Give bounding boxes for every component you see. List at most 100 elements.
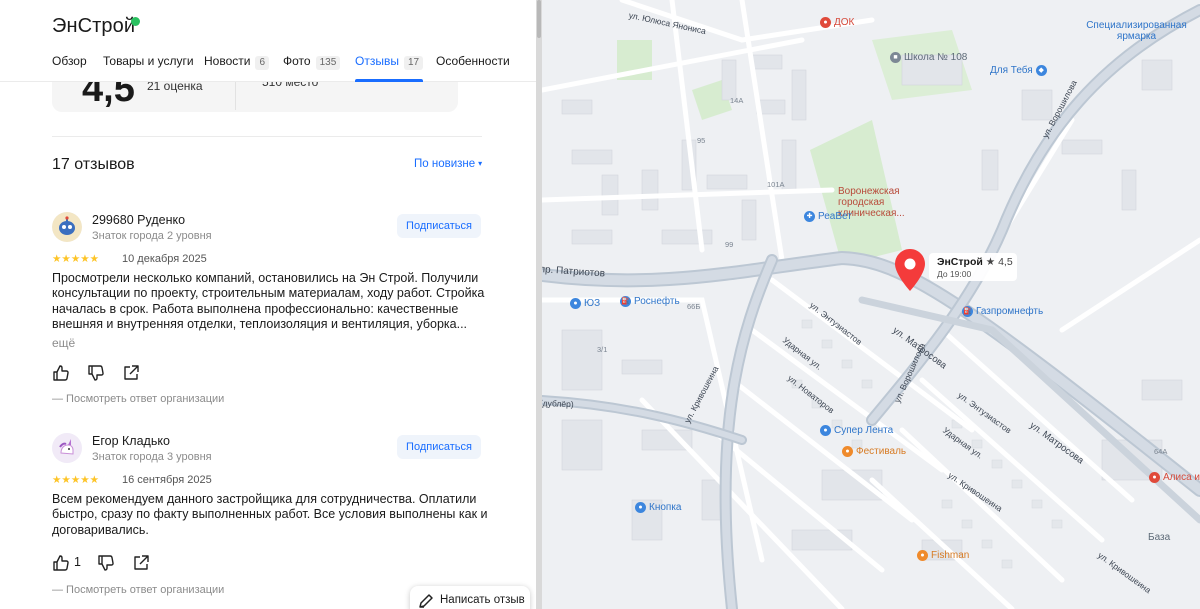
map-pin-card[interactable]: ЭнСтрой ★ 4,5 До 19:00: [929, 253, 1017, 281]
food-icon: ●: [917, 550, 928, 561]
map-pin[interactable]: [893, 248, 927, 297]
poi-icon: ●: [820, 17, 831, 28]
scrollbar-thumb[interactable]: [537, 0, 541, 38]
building-number: 3/1: [597, 345, 608, 354]
tab-overview[interactable]: Обзор: [52, 54, 87, 82]
poi-label: ЮЗ: [584, 298, 601, 309]
tab-reviews[interactable]: Отзывы 17: [355, 54, 424, 82]
review-author-level: Знаток города 3 уровня: [92, 451, 212, 463]
write-review-button[interactable]: Написать отзыв: [410, 586, 530, 609]
tab-label: Особенности: [436, 54, 510, 68]
star-rating: ★★★★★: [52, 253, 100, 265]
sort-label: По новизне: [414, 158, 476, 170]
fuel-icon: ⛽: [962, 306, 973, 317]
street-label: (дублёр): [542, 398, 574, 410]
poi-icon: ●: [570, 298, 581, 309]
show-more-link[interactable]: ещё: [52, 336, 75, 350]
poi-label: Кнопка: [649, 502, 682, 513]
poi-label: Fishman: [931, 550, 970, 561]
thumbs-up-icon: [53, 555, 69, 571]
organization-answer-link[interactable]: — Посмотреть ответ организации: [52, 393, 224, 405]
poi-icon: ●: [1149, 472, 1160, 483]
building-number: 14А: [730, 96, 744, 105]
divider: [52, 136, 482, 137]
cart-icon: ●: [820, 425, 831, 436]
panel-header: ЭнСтрой Обзор Товары и услуги Новости 6 Ф…: [0, 0, 536, 82]
tab-products[interactable]: Товары и услуги: [103, 54, 194, 82]
poi-label: Алиса и...: [1163, 472, 1200, 483]
location-pin-icon: [895, 249, 925, 291]
fuel-icon: ⛽: [620, 296, 631, 307]
poi-base[interactable]: База: [1148, 532, 1170, 543]
share-icon: [134, 555, 149, 570]
sort-select[interactable]: По новизне ▾: [414, 158, 482, 170]
vet-icon: ✚: [804, 211, 815, 222]
poi-fishman[interactable]: ● Fishman: [917, 550, 969, 561]
poi-super-lenta[interactable]: ● Супер Лента: [820, 425, 893, 436]
review-author[interactable]: 299680 Руденко: [92, 213, 185, 227]
shop-icon: ◆: [1035, 65, 1047, 76]
like-button[interactable]: [52, 364, 72, 384]
poi-reavet[interactable]: ✚ РеаВет: [804, 211, 852, 222]
verified-icon: [131, 17, 140, 26]
poi-label: Газпромнефть: [976, 306, 1044, 317]
tab-label: Отзывы: [355, 54, 399, 68]
poi-knopka[interactable]: ● Кнопка: [635, 502, 681, 513]
poi-label: Роснефть: [634, 296, 680, 307]
thumbs-down-icon: [98, 555, 114, 571]
avatar[interactable]: [52, 433, 82, 463]
poi-label: Школа № 108: [904, 52, 968, 63]
avatar[interactable]: [52, 212, 82, 242]
like-count: 1: [74, 555, 81, 569]
poi-gazpromneft[interactable]: ⛽ Газпромнефть: [962, 306, 1043, 317]
tab-count: 17: [403, 56, 424, 70]
review-text: Всем рекомендуем данного застройщика для…: [52, 492, 488, 537]
review-date: 10 декабря 2025: [122, 253, 207, 265]
star-rating: ★★★★★: [52, 474, 100, 486]
review-date: 16 сентября 2025: [122, 474, 212, 486]
pin-hours: До 19:00: [937, 269, 972, 279]
subscribe-button[interactable]: Подписаться: [397, 435, 481, 459]
poi-dlya-tebya[interactable]: Для Тебя ◆: [990, 65, 1050, 76]
building-number: 101А: [767, 180, 785, 189]
building-number: 95: [697, 136, 706, 145]
dislike-button[interactable]: [87, 364, 107, 384]
dislike-button[interactable]: [97, 554, 117, 574]
poi-yuz[interactable]: ● ЮЗ: [570, 298, 600, 309]
poi-rosneft[interactable]: ⛽ Роснефть: [620, 296, 680, 307]
share-button[interactable]: [122, 364, 142, 384]
review-author[interactable]: Егор Кладько: [92, 434, 170, 448]
tab-label: Фото: [283, 54, 311, 68]
tab-photos[interactable]: Фото 135: [283, 54, 341, 82]
write-review-label: Написать отзыв: [440, 594, 525, 606]
building-number: 99: [725, 240, 734, 249]
review-text: Просмотрели несколько компаний, останови…: [52, 271, 485, 331]
chevron-down-icon: ▾: [478, 159, 483, 168]
poi-festival[interactable]: ● Фестиваль: [842, 446, 906, 457]
building-number: 66Б: [687, 302, 701, 311]
tab-label: Новости: [204, 54, 251, 68]
tab-count: 135: [315, 56, 341, 70]
organization-answer-link[interactable]: — Посмотреть ответ организации: [52, 584, 224, 596]
poi-dok[interactable]: ● ДОК: [820, 17, 854, 28]
poi-label: Фестиваль: [856, 446, 907, 457]
page-title[interactable]: ЭнСтрой: [52, 15, 135, 38]
review-author-level: Знаток города 2 уровня: [92, 230, 212, 242]
share-button[interactable]: [132, 554, 152, 574]
reviews-heading: 17 отзывов: [52, 156, 135, 173]
thumbs-down-icon: [88, 365, 104, 381]
share-icon: [124, 365, 139, 380]
poi-alisa[interactable]: ●Алиса и...: [1149, 472, 1200, 483]
subscribe-button[interactable]: Подписаться: [397, 214, 481, 238]
review-card: Егор Кладько Знаток города 3 уровня Подп…: [52, 433, 488, 609]
pencil-icon: [419, 594, 433, 608]
map[interactable]: ул. Юлюса Янониса ул. Ворошилова пр. Пат…: [542, 0, 1200, 609]
tab-news[interactable]: Новости 6: [204, 54, 270, 82]
robot-avatar-icon: [52, 212, 82, 242]
thumbs-up-icon: [53, 365, 69, 381]
poi-label: ДОК: [834, 17, 855, 28]
tab-features[interactable]: Особенности: [436, 54, 510, 82]
poi-school[interactable]: ■ Школа № 108: [890, 52, 967, 63]
like-button[interactable]: [52, 554, 72, 574]
poi-fair[interactable]: Специализированная ярмарка: [1074, 20, 1199, 42]
